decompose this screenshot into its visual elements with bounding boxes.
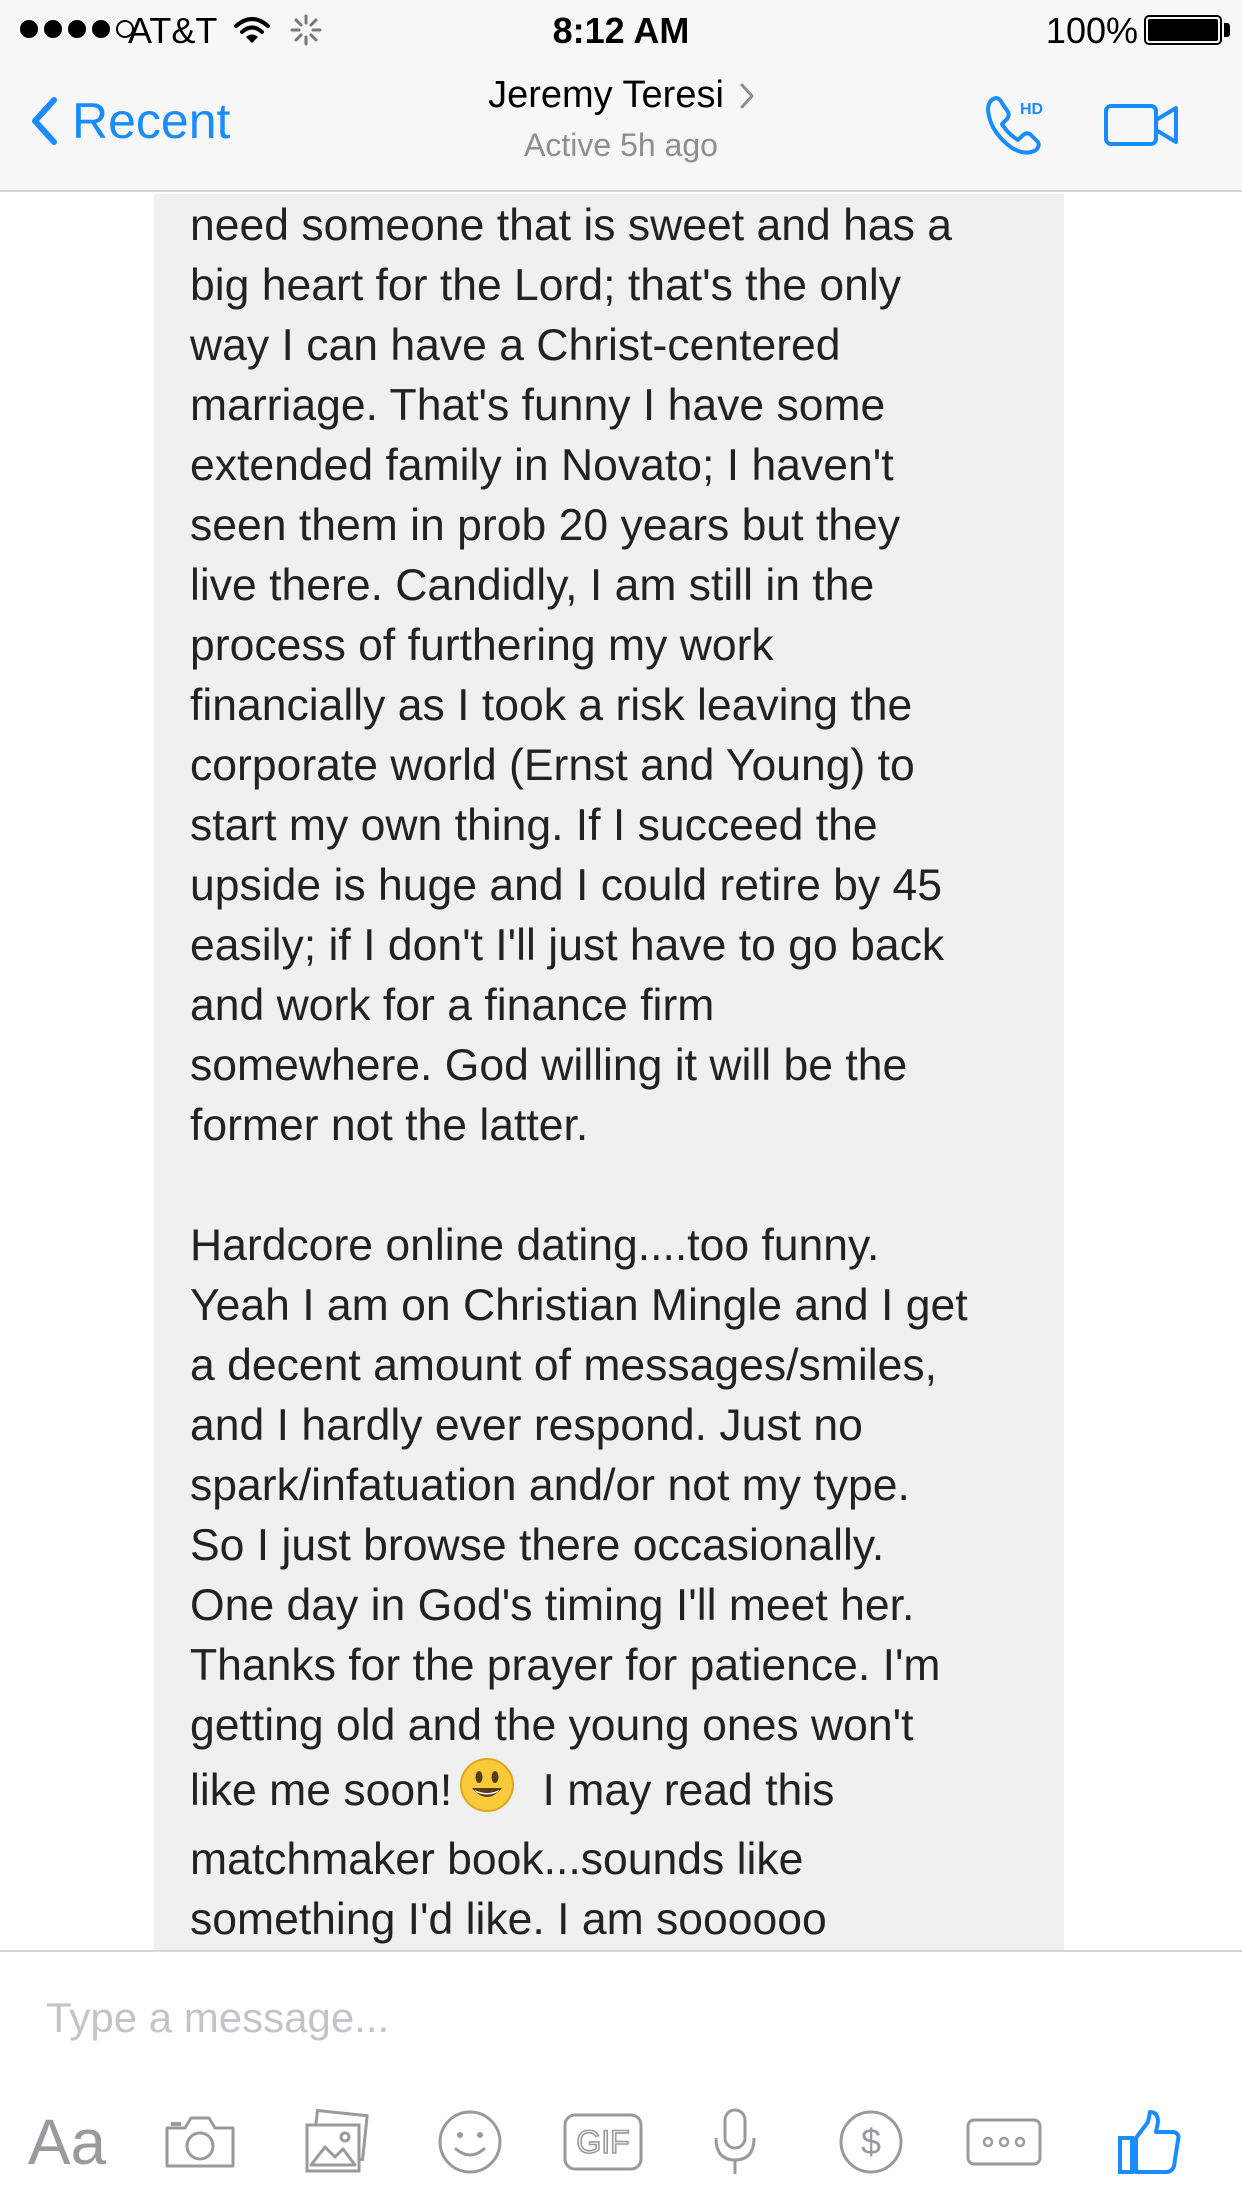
camera-icon [165, 2116, 235, 2168]
battery-percent: 100% [1045, 10, 1138, 51]
message-text-part-1: need someone that is sweet and has a big… [190, 201, 968, 1815]
more-options-button[interactable] [964, 2092, 1044, 2192]
conversation-header: Recent Jeremy Teresi Active 5h ago HD [0, 60, 1242, 192]
more-options-icon [966, 2118, 1042, 2166]
composer-toolbar: Aa GIF $ [0, 2092, 1242, 2192]
battery-icon [1144, 15, 1222, 45]
text-format-label: Aa [27, 2106, 107, 2178]
gif-label: GIF [576, 2124, 629, 2160]
contact-info[interactable]: Jeremy Teresi Active 5h ago [0, 74, 1242, 164]
message-thread[interactable]: need someone that is sweet and has a big… [0, 194, 1242, 1950]
video-camera-icon [1104, 104, 1178, 146]
like-button[interactable] [1110, 2092, 1190, 2192]
message-text: need someone that is sweet and has a big… [190, 196, 1028, 1950]
call-button[interactable]: HD [982, 92, 1050, 165]
smiley-face-emoji [458, 1756, 516, 1830]
battery-fill [1148, 19, 1218, 41]
status-bar: AT&T 8:12 AM 100% [0, 0, 1242, 60]
payment-dollar-icon: $ [839, 2110, 903, 2174]
phone-hd-icon: HD [986, 96, 1043, 155]
like-thumbs-up-icon [1118, 2110, 1181, 2174]
gif-icon: GIF [563, 2113, 643, 2171]
message-input[interactable] [46, 1978, 1196, 2058]
message-composer: Aa [0, 1950, 1242, 2208]
photo-gallery-button[interactable] [296, 2092, 376, 2192]
video-call-button[interactable] [1104, 102, 1180, 153]
chevron-right-icon [740, 83, 754, 108]
emoji-icon [438, 2110, 502, 2174]
svg-text:$: $ [861, 2121, 881, 2162]
photo-gallery-icon [305, 2109, 369, 2173]
contact-name: Jeremy Teresi [488, 74, 724, 116]
message-bubble-incoming[interactable]: need someone that is sweet and has a big… [154, 194, 1064, 1950]
voice-message-button[interactable] [700, 2092, 770, 2192]
camera-button[interactable] [160, 2092, 240, 2192]
send-money-button[interactable]: $ [834, 2092, 908, 2192]
gif-button[interactable]: GIF [562, 2092, 644, 2192]
battery-tip [1224, 23, 1230, 37]
call-hd-badge: HD [1020, 101, 1043, 118]
microphone-icon [714, 2108, 756, 2174]
contact-name-row[interactable]: Jeremy Teresi [488, 74, 754, 117]
text-format-button[interactable]: Aa [22, 2092, 112, 2192]
emoji-button[interactable] [430, 2092, 510, 2192]
contact-active-status: Active 5h ago [524, 127, 718, 163]
